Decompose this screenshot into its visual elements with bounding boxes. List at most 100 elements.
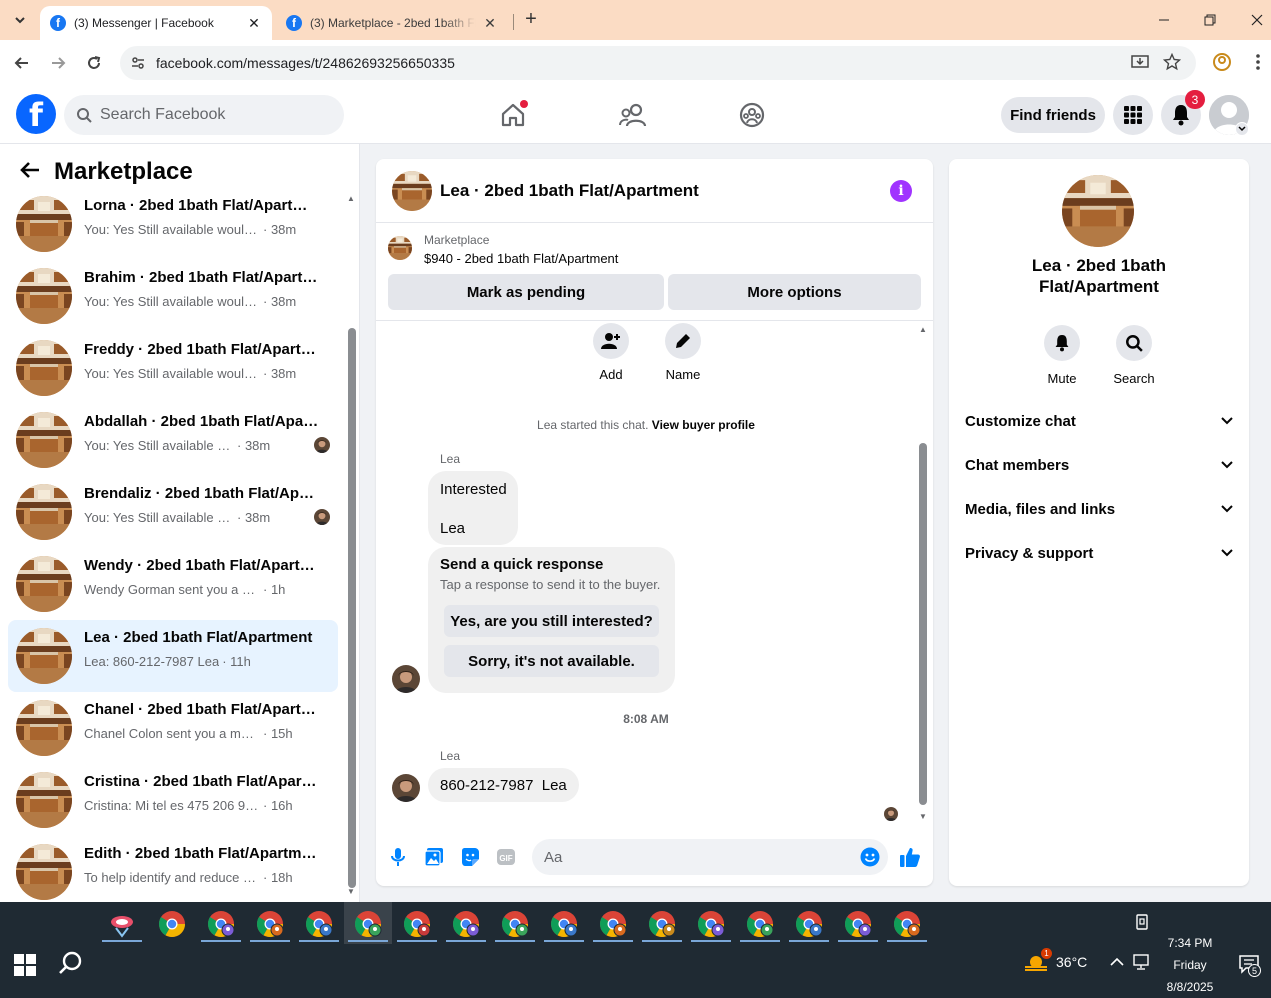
chrome-taskbar-icon[interactable] — [305, 910, 333, 938]
scroll-up-arrow[interactable]: ▲ — [347, 194, 355, 203]
info-section-3[interactable]: Media, files and links — [965, 491, 1233, 527]
chrome-taskbar-icon[interactable] — [893, 910, 921, 938]
chat-title[interactable]: Lea · 2bed 1bath Flat/Apartment — [440, 181, 699, 201]
conversation-item[interactable]: Brendaliz · 2bed 1bath Flat/Apartment You… — [8, 476, 338, 548]
mark-as-pending-button[interactable]: Mark as pending — [388, 274, 664, 310]
network-icon[interactable] — [1133, 954, 1151, 973]
microphone-icon[interactable] — [386, 845, 410, 869]
search-action[interactable]: Search — [1104, 325, 1164, 386]
facebook-logo-icon[interactable]: f — [16, 94, 56, 134]
bookmark-star-icon[interactable] — [1161, 51, 1183, 73]
conversation-item[interactable]: Lorna · 2bed 1bath Flat/Apartment You: Ye… — [8, 188, 338, 260]
groups-tab[interactable] — [735, 98, 769, 132]
back-arrow-icon[interactable] — [20, 159, 40, 185]
close-icon[interactable]: ✕ — [482, 15, 498, 31]
conversation-item[interactable]: Lea · 2bed 1bath Flat/Apartment Lea: 860-… — [8, 620, 338, 692]
back-button[interactable] — [10, 51, 34, 75]
chrome-taskbar-icon[interactable] — [844, 910, 872, 938]
message-bubble[interactable]: Interested Lea — [428, 471, 518, 545]
conversation-item[interactable]: Brahim · 2bed 1bath Flat/Apartment You: Y… — [8, 260, 338, 332]
menu-button[interactable] — [1113, 95, 1153, 135]
close-icon[interactable]: ✕ — [246, 15, 262, 31]
forward-button[interactable] — [46, 51, 70, 75]
chrome-taskbar-icon[interactable] — [746, 910, 774, 938]
chrome-taskbar-icon[interactable] — [648, 910, 676, 938]
windows-start-icon[interactable] — [14, 954, 36, 976]
listing-price-title[interactable]: $940 - 2bed 1bath Flat/Apartment — [424, 251, 618, 266]
quick-reply-yes-button[interactable]: Yes, are you still interested? — [444, 605, 659, 637]
quick-reply-no-button[interactable]: Sorry, it's not available. — [444, 645, 659, 677]
mute-action[interactable]: Mute — [1032, 325, 1092, 386]
info-icon[interactable]: i — [890, 180, 912, 202]
conversation-item[interactable]: Chanel · 2bed 1bath Flat/Apartment Chanel… — [8, 692, 338, 764]
photo-icon[interactable] — [422, 845, 446, 869]
profile-icon[interactable] — [1211, 51, 1233, 73]
window-close-button[interactable] — [1245, 8, 1269, 32]
search-input[interactable] — [100, 106, 320, 124]
name-action[interactable]: Name — [653, 323, 713, 382]
conversation-item[interactable]: Freddy · 2bed 1bath Flat/Apartment You: Y… — [8, 332, 338, 404]
info-section-2[interactable]: Chat members — [965, 447, 1233, 483]
show-hidden-icons-chevron[interactable] — [1110, 954, 1124, 970]
add-person-action[interactable]: Add — [581, 323, 641, 382]
more-menu-icon[interactable] — [1247, 51, 1269, 73]
friends-tab[interactable] — [616, 98, 650, 132]
home-tab[interactable] — [496, 98, 530, 132]
info-section-4[interactable]: Privacy & support — [965, 535, 1233, 571]
address-bar[interactable]: facebook.com/messages/t/2486269325665033… — [120, 46, 1196, 80]
chrome-taskbar-icon[interactable] — [158, 910, 186, 938]
chrome-taskbar-icon[interactable] — [354, 910, 382, 938]
site-settings-icon[interactable] — [120, 55, 156, 71]
sender-avatar[interactable] — [392, 665, 420, 693]
new-tab-button[interactable]: + — [520, 8, 542, 30]
facebook-search[interactable] — [64, 95, 344, 135]
gif-icon[interactable]: GIF — [494, 845, 518, 869]
conversation-item[interactable]: Abdallah · 2bed 1bath Flat/Apartment You:… — [8, 404, 338, 476]
chrome-taskbar-icon[interactable] — [697, 910, 725, 938]
scrollbar-thumb[interactable] — [348, 328, 356, 888]
conversation-item[interactable]: Cristina · 2bed 1bath Flat/Apartment Cris… — [8, 764, 338, 836]
listing-thumbnail-small[interactable] — [388, 236, 412, 260]
taskbar-clock[interactable]: 7:34 PM Friday 8/8/2025 — [1150, 932, 1230, 998]
tab-marketplace[interactable]: f (3) Marketplace - 2bed 1bath Flat/Apar… — [276, 6, 508, 40]
thumbs-up-icon[interactable] — [898, 845, 922, 869]
tab-messenger[interactable]: f (3) Messenger | Facebook ✕ — [40, 6, 272, 40]
info-section-1[interactable]: Customize chat — [965, 403, 1233, 439]
message-input-box[interactable] — [532, 839, 888, 875]
account-menu-chevron[interactable] — [1235, 122, 1249, 136]
taskbar-app-icon[interactable] — [108, 910, 136, 938]
chrome-taskbar-icon[interactable] — [403, 910, 431, 938]
emoji-icon[interactable] — [860, 847, 880, 872]
sticker-icon[interactable] — [458, 845, 482, 869]
conversation-item[interactable]: Edith · 2bed 1bath Flat/Apartment To help… — [8, 836, 338, 908]
scroll-down-arrow[interactable]: ▼ — [347, 887, 355, 896]
find-friends-button[interactable]: Find friends — [1001, 97, 1105, 133]
chat-scrollbar-thumb[interactable] — [919, 443, 927, 805]
listing-thumbnail[interactable] — [392, 171, 432, 211]
scroll-down-arrow[interactable]: ▼ — [919, 812, 927, 821]
taskbar-search-icon[interactable] — [58, 950, 86, 978]
chrome-taskbar-icon[interactable] — [207, 910, 235, 938]
message-input[interactable] — [544, 848, 844, 866]
reload-button[interactable] — [82, 51, 106, 75]
sender-avatar[interactable] — [392, 774, 420, 802]
listing-avatar[interactable] — [1062, 175, 1134, 247]
scroll-up-arrow[interactable]: ▲ — [919, 325, 927, 334]
chrome-taskbar-icon[interactable] — [256, 910, 284, 938]
minimize-button[interactable] — [1152, 8, 1176, 32]
notification-center-icon[interactable]: 5 — [1238, 954, 1261, 979]
restore-button[interactable] — [1198, 8, 1222, 32]
chrome-taskbar-icon[interactable] — [795, 910, 823, 938]
install-app-icon[interactable] — [1129, 51, 1151, 73]
more-options-button[interactable]: More options — [668, 274, 921, 310]
chrome-taskbar-icon[interactable] — [501, 910, 529, 938]
weather-widget[interactable]: 1 36°C — [1024, 948, 1087, 972]
chrome-taskbar-icon[interactable] — [452, 910, 480, 938]
device-icon[interactable] — [1135, 914, 1149, 935]
conversation-item[interactable]: Wendy · 2bed 1bath Flat/Apartment Wendy G… — [8, 548, 338, 620]
tab-search-button[interactable] — [8, 8, 32, 32]
view-buyer-profile-link[interactable]: View buyer profile — [652, 418, 755, 432]
message-bubble[interactable]: 860-212-7987 Lea — [428, 768, 579, 802]
chrome-taskbar-icon[interactable] — [550, 910, 578, 938]
chrome-taskbar-icon[interactable] — [599, 910, 627, 938]
